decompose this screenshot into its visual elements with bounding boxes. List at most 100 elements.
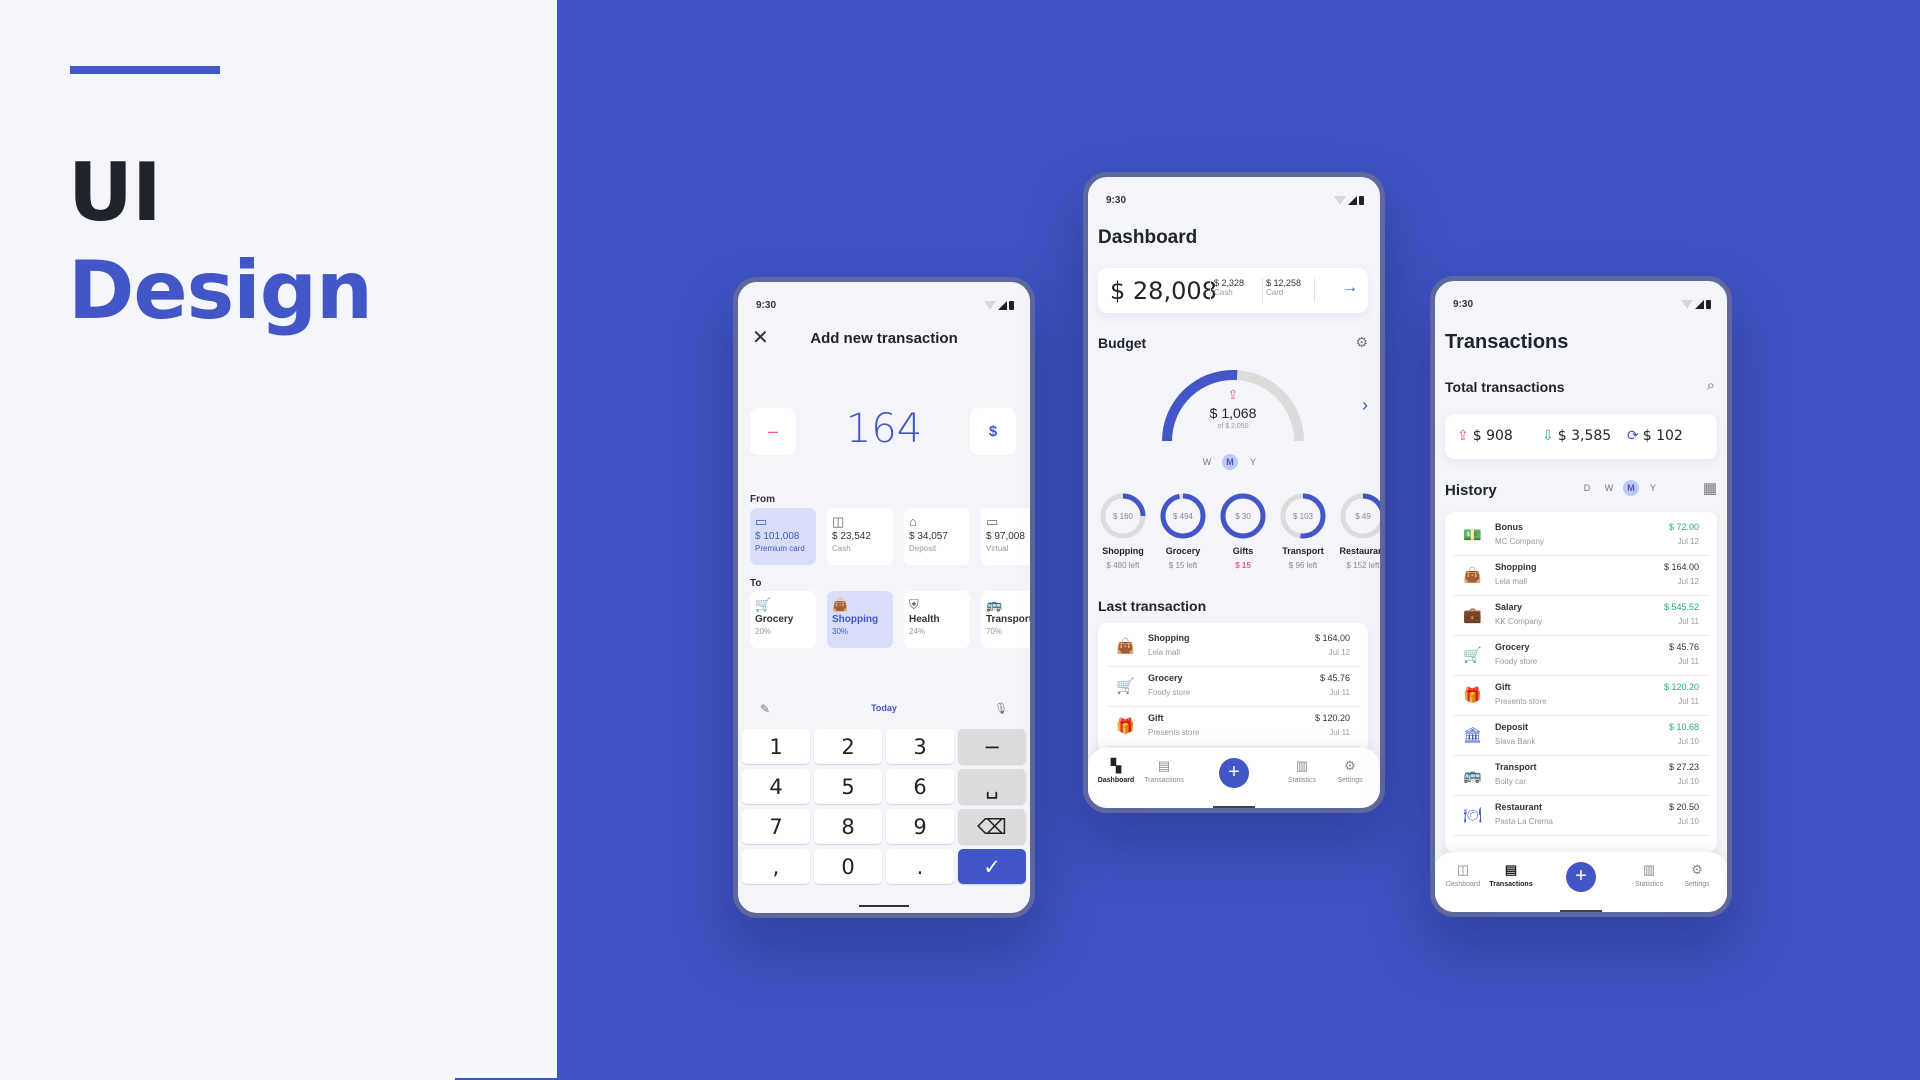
- digit-key-8[interactable]: 8: [814, 809, 882, 844]
- total-transactions-heading: Total transactions: [1445, 379, 1565, 395]
- category-name: Grocery: [755, 614, 794, 625]
- transaction-name: Salary: [1495, 602, 1523, 612]
- period-y[interactable]: Y: [1245, 454, 1261, 470]
- category-percent: 70%: [986, 627, 1003, 636]
- transaction-row[interactable]: 👜 Shopping Lela mall $ 164.00 Jul 12: [1453, 556, 1709, 596]
- decimal-key[interactable]: .: [886, 849, 954, 884]
- transaction-amount: $ 20.50: [1668, 802, 1699, 812]
- category-donut[interactable]: $ 103: [1278, 491, 1328, 541]
- nav-transactions[interactable]: ▤ Transactions: [1483, 862, 1539, 888]
- donut-amount: $ 103: [1293, 512, 1314, 521]
- transaction-merchant: Foody store: [1148, 688, 1191, 697]
- transaction-row[interactable]: 🎁 Gift Presents store $ 120.20 Jul 11: [1453, 676, 1709, 716]
- digit-key-7[interactable]: 7: [742, 809, 810, 844]
- comma-key[interactable]: ,: [742, 849, 810, 884]
- transaction-row[interactable]: 💼 Salary KK Company $ 545.52 Jul 11: [1453, 596, 1709, 636]
- category-remaining: $ 15 left: [1168, 561, 1198, 570]
- gear-icon[interactable]: ⚙: [1355, 334, 1368, 351]
- digit-key-0[interactable]: 0: [814, 849, 882, 884]
- transaction-date: Jul 11: [1329, 688, 1350, 697]
- nav-transactions[interactable]: ▤ Transactions: [1136, 758, 1192, 784]
- transaction-amount: $ 164.00: [1663, 562, 1699, 572]
- period-m[interactable]: M: [1623, 480, 1639, 496]
- from-account-card[interactable]: ◫ $ 23,542 Cash: [827, 508, 893, 565]
- digit-key-6[interactable]: 6: [886, 769, 954, 804]
- chevron-right-icon[interactable]: ›: [1362, 395, 1368, 416]
- transaction-row[interactable]: 🎁 Gift Presents store $ 120.20 Jul 11: [1106, 707, 1360, 747]
- calendar-icon[interactable]: ▦: [1703, 479, 1717, 497]
- from-account-card[interactable]: ⌂ $ 34,057 Deposit: [904, 508, 970, 565]
- nav-settings[interactable]: ⚙ Settings: [1669, 862, 1725, 888]
- card-icon: ▭: [755, 514, 768, 529]
- account-name: Cash: [832, 544, 851, 553]
- currency-button[interactable]: $: [970, 408, 1016, 455]
- arrow-right-icon[interactable]: →: [1342, 279, 1358, 297]
- to-category-card[interactable]: ⛨ Health 24%: [904, 591, 970, 648]
- category-donut[interactable]: $ 160: [1098, 491, 1148, 541]
- digit-key-9[interactable]: 9: [886, 809, 954, 844]
- digit-key-1[interactable]: 1: [742, 729, 810, 764]
- digit-key-5[interactable]: 5: [814, 769, 882, 804]
- digit-key-4[interactable]: 4: [742, 769, 810, 804]
- confirm-key[interactable]: ✓: [958, 849, 1026, 884]
- from-account-card[interactable]: ▭ $ 101,008 Premium card: [750, 508, 816, 565]
- transaction-row[interactable]: 💵 Bonus MC Company $ 72.00 Jul 12: [1453, 516, 1709, 556]
- transaction-row[interactable]: 🛒 Grocery Foody store $ 45.76 Jul 11: [1453, 636, 1709, 676]
- to-category-card[interactable]: 👜 Shopping 30%: [827, 591, 893, 648]
- transaction-name: Bonus: [1495, 522, 1523, 532]
- transaction-row[interactable]: 🚌 Transport Bolty car $ 27.23 Jul 10: [1453, 756, 1709, 796]
- backspace-key[interactable]: ⌫: [958, 809, 1026, 844]
- transaction-row[interactable]: 🍽 Restaurant Pasta La Crema $ 20.50 Jul 10: [1453, 796, 1709, 836]
- status-bar: 9:30: [1453, 299, 1711, 313]
- search-icon[interactable]: ⌕: [1707, 377, 1715, 394]
- digit-key-3[interactable]: 3: [886, 729, 954, 764]
- transaction-merchant: Bolty car: [1495, 777, 1527, 786]
- upload-icon: ⇪: [1457, 428, 1469, 444]
- category-remaining: $ 480 left: [1106, 561, 1140, 570]
- period-w[interactable]: W: [1199, 454, 1215, 470]
- minus-key[interactable]: −: [958, 729, 1026, 764]
- add-transaction-button[interactable]: +: [1566, 862, 1596, 892]
- nav-label: Transactions: [1489, 881, 1533, 888]
- period-m[interactable]: M: [1222, 454, 1238, 470]
- balance-card[interactable]: $ 28,008 $ 2,328 Cash $ 12,258 Card →: [1098, 268, 1368, 313]
- category-donut[interactable]: $ 30: [1218, 491, 1268, 541]
- transaction-amount: $ 120.20: [1314, 713, 1350, 723]
- transfer-value: $ 102: [1642, 428, 1683, 444]
- transaction-row[interactable]: 🏛 Deposit Slava Bank $ 10.68 Jul 10: [1453, 716, 1709, 756]
- transaction-name: Deposit: [1495, 722, 1529, 732]
- home-indicator: [1213, 806, 1255, 808]
- transaction-name: Grocery: [1495, 642, 1530, 652]
- category-name: Gifts: [1232, 546, 1254, 556]
- to-category-card[interactable]: 🛒 Grocery 20%: [750, 591, 816, 648]
- transaction-row[interactable]: 👜 Shopping Lela mall $ 164.00 Jul 12: [1106, 627, 1360, 667]
- date-selector[interactable]: Today: [738, 703, 1030, 713]
- period-d[interactable]: D: [1579, 480, 1595, 496]
- card-label: Card: [1266, 288, 1284, 297]
- category-donut[interactable]: $ 49: [1338, 491, 1385, 541]
- period-y[interactable]: Y: [1645, 480, 1661, 496]
- download-icon: ⇩: [1542, 428, 1554, 444]
- phone-transactions: 9:30 Transactions Total transactions ⌕ ⇪…: [1430, 276, 1732, 917]
- from-label: From: [750, 494, 775, 505]
- transaction-row[interactable]: 🛒 Grocery Foody store $ 45.76 Jul 11: [1106, 667, 1360, 707]
- microphone-icon[interactable]: 🎙: [994, 702, 1008, 715]
- digit-key-2[interactable]: 2: [814, 729, 882, 764]
- gift-icon: 🎁: [1463, 687, 1482, 704]
- transaction-name: Transport: [1495, 762, 1537, 772]
- account-balance: $ 97,008: [986, 531, 1025, 542]
- category-donut[interactable]: $ 494: [1158, 491, 1208, 541]
- briefcase-icon: 💼: [1463, 607, 1482, 624]
- transaction-name: Shopping: [1148, 633, 1190, 643]
- space-key[interactable]: ␣: [958, 769, 1026, 804]
- add-transaction-button[interactable]: +: [1219, 758, 1249, 788]
- hero-title-line2: Design: [68, 244, 373, 337]
- from-account-card[interactable]: ▭ $ 97,008 Virtual: [981, 508, 1030, 565]
- home-indicator: [859, 905, 909, 907]
- history-heading: History: [1445, 482, 1497, 499]
- last-transaction-list: 👜 Shopping Lela mall $ 164.00 Jul 12 🛒 Grocery…: [1098, 623, 1368, 753]
- nav-settings[interactable]: ⚙ Settings: [1322, 758, 1378, 784]
- to-category-card[interactable]: 🚌 Transport 70%: [981, 591, 1030, 648]
- period-w[interactable]: W: [1601, 480, 1617, 496]
- hero-title-line1: UI: [68, 146, 162, 239]
